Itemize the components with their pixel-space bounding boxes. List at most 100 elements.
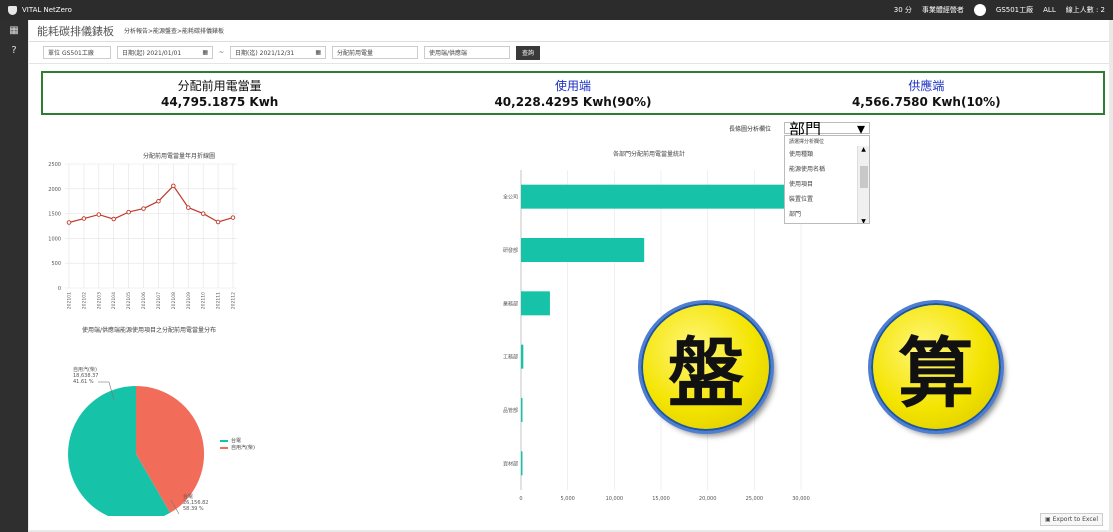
summary-value: 40,228.4295 Kwh(90%): [494, 95, 652, 109]
end-date-label: 日期(迄): [235, 50, 258, 57]
excel-icon: ▣: [1045, 516, 1051, 523]
online-count: 線上人數 : 2: [1065, 6, 1105, 14]
x-tick-label: 202109: [186, 292, 192, 309]
category-label: 業務部: [503, 300, 518, 307]
bar: [521, 344, 524, 369]
bar: [521, 238, 645, 262]
x-tick-label: 202101: [67, 292, 73, 309]
grid-menu-icon[interactable]: ▦: [0, 20, 28, 40]
export-excel-button[interactable]: ▣ Export to Excel: [1040, 513, 1103, 526]
data-point: [126, 209, 131, 215]
summary-box: 分配前用電當量 44,795.1875 Kwh 使用端 40,228.4295 …: [41, 71, 1105, 115]
top-bar: VITAL NetZero 30 分 事業體經營者 GS501工廠 ALL 線上…: [0, 0, 1113, 20]
x-tick-label: 0: [519, 496, 522, 502]
y-tick-label: 2000: [48, 187, 61, 193]
end-date-field[interactable]: 日期(迄) 2021/12/31 ▦: [230, 46, 327, 59]
slice-percent: 58.39 %: [183, 506, 204, 512]
start-date-field[interactable]: 日期(起) 2021/01/01 ▦: [117, 46, 213, 59]
brand-name: VITAL NetZero: [22, 6, 72, 14]
x-tick-label: 202104: [111, 292, 117, 309]
category-label: 研發部: [503, 247, 518, 254]
summary-usage: 使用端 40,228.4295 Kwh(90%): [396, 73, 749, 113]
date-separator: ~: [219, 49, 225, 56]
category-label: 全公司: [503, 194, 518, 201]
summary-label: 供應端: [908, 79, 945, 93]
x-tick-label: 10,000: [606, 496, 624, 502]
scroll-thumb[interactable]: [860, 166, 868, 188]
y-tick-label: 1000: [48, 236, 61, 242]
data-point: [111, 216, 116, 222]
summary-total: 分配前用電當量 44,795.1875 Kwh: [43, 73, 396, 113]
x-tick-label: 202111: [216, 292, 222, 309]
main-panel: 能耗碳排儀錶板 分析報告>能源盤查>能耗碳排儀錶板 單位 GS501工廠 日期(…: [29, 20, 1109, 530]
summary-supply: 供應端 4,566.7580 Kwh(10%): [750, 73, 1103, 113]
legend-swatch: [220, 440, 228, 442]
scope-selector[interactable]: ALL: [1043, 6, 1056, 14]
data-point: [230, 215, 236, 220]
page-title: 能耗碳排儀錶板: [37, 24, 114, 38]
slice-label: 台電: [183, 493, 193, 500]
filter-bar: 單位 GS501工廠 日期(起) 2021/01/01 ▦ ~ 日期(迄) 20…: [29, 42, 1109, 64]
x-tick-label: 20,000: [699, 496, 717, 502]
bar: [521, 398, 523, 422]
bar-field-options[interactable]: 請選擇分析欄位 使用種類 能源使用名稱 使用項目 裝置位置 部門 ▲ ▼: [784, 135, 870, 224]
bar: [521, 184, 786, 209]
x-tick-label: 202108: [171, 292, 177, 309]
unit-select[interactable]: 單位 GS501工廠: [43, 46, 111, 59]
data-point: [156, 198, 161, 204]
x-tick-label: 15,000: [652, 496, 670, 502]
summary-label: 使用端: [554, 79, 591, 93]
bar-field-label: 長條圖分析欄位: [729, 126, 772, 133]
plant-name[interactable]: GS501工廠: [996, 5, 1033, 15]
brand-logo[interactable]: VITAL NetZero: [0, 5, 72, 15]
options-scrollbar[interactable]: ▲ ▼: [857, 146, 869, 223]
data-point: [186, 205, 191, 210]
option-placeholder[interactable]: 請選擇分析欄位: [785, 136, 869, 146]
bar-field-select[interactable]: 部門 ▾: [784, 119, 870, 139]
data-point: [200, 211, 206, 216]
bar: [521, 291, 550, 316]
line-chart: 0 500 1000 1500 2000 2500 202101 202102 202103 20…: [48, 162, 237, 309]
x-tick-label: 30,000: [792, 496, 810, 502]
badge-suan: 算: [871, 303, 1001, 431]
calendar-icon[interactable]: ▦: [315, 49, 321, 56]
export-label: Export to Excel: [1052, 516, 1098, 523]
data-point: [96, 212, 102, 217]
pie-chart: 自用汽(柴)18,638.3741.61 %台電26,156.8258.39 %…: [68, 366, 255, 516]
unit-value: GS501工廠: [61, 50, 94, 57]
x-tick-label: 202112: [231, 292, 237, 309]
query-button[interactable]: 查詢: [516, 45, 541, 60]
page-header: 能耗碳排儀錶板 分析報告>能源盤查>能耗碳排儀錶板: [29, 20, 1109, 42]
scroll-up-icon[interactable]: ▲: [858, 146, 869, 153]
y-tick-label: 0: [58, 286, 61, 292]
y-tick-label: 500: [51, 261, 61, 267]
session-timer: 30 分: [893, 6, 912, 14]
sidebar: ▦ ?: [0, 20, 28, 532]
summary-value: 4,566.7580 Kwh(10%): [851, 95, 1001, 109]
pie-chart-title: 使用端/供應端能源使用項目之分配前用電當量分布: [81, 327, 217, 334]
legend-label: 台電: [231, 437, 241, 444]
x-tick-label: 202106: [141, 292, 147, 309]
usage-value: 使用端/供應端: [429, 50, 468, 57]
help-icon[interactable]: ?: [0, 40, 28, 60]
slice-label: 自用汽(柴): [73, 366, 97, 373]
bar-chart-title: 各部門分配前用電當量統計: [612, 151, 685, 158]
user-role[interactable]: 事業體經營者: [922, 5, 964, 15]
x-tick-label: 202103: [96, 292, 102, 309]
breadcrumb: 分析報告>能源盤查>能耗碳排儀錶板: [124, 28, 225, 35]
category-label: 工務部: [503, 354, 518, 361]
user-icon[interactable]: [973, 4, 986, 16]
logo-icon: [8, 5, 17, 15]
slice-percent: 41.61 %: [73, 379, 94, 385]
scroll-down-icon[interactable]: ▼: [858, 218, 869, 223]
metric-select[interactable]: 分配前用電量: [332, 46, 419, 59]
category-label: 品管部: [503, 407, 518, 414]
badge-pan: 盤: [641, 303, 771, 431]
series-line: [68, 184, 234, 224]
calendar-icon[interactable]: ▦: [202, 49, 208, 56]
legend-swatch: [220, 447, 228, 449]
x-tick-label: 202110: [201, 292, 207, 309]
summary-value: 44,795.1875 Kwh: [160, 95, 279, 109]
summary-label: 分配前用電當量: [177, 79, 262, 93]
usage-select[interactable]: 使用端/供應端: [424, 46, 511, 59]
